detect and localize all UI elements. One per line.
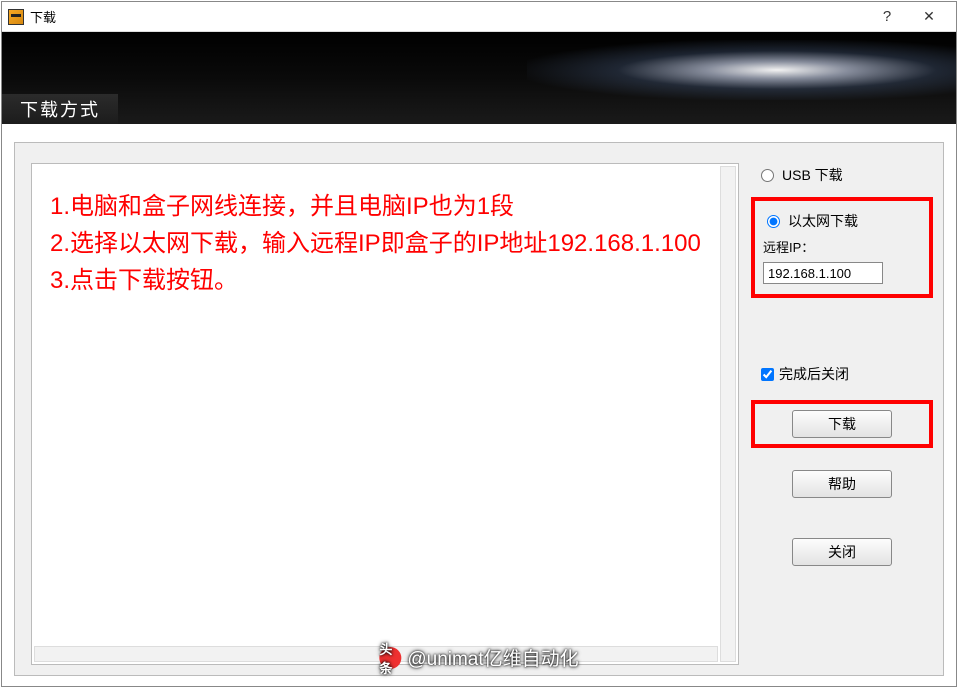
- ethernet-group-highlight: 以太网下载 远程IP：: [751, 197, 933, 298]
- download-button-highlight: 下载: [751, 400, 933, 448]
- window-title: 下载: [30, 7, 866, 26]
- close-after-label: 完成后关闭: [779, 364, 849, 384]
- usb-download-radio[interactable]: USB 下载: [757, 165, 927, 185]
- remote-ip-input[interactable]: [763, 262, 883, 284]
- section-title: 下载方式: [2, 94, 118, 124]
- instruction-line: 3.点击下载按钮。: [50, 262, 702, 299]
- instruction-line: 2.选择以太网下载，输入远程IP即盒子的IP地址192.168.1.100: [50, 225, 702, 262]
- options-panel: USB 下载 以太网下载 远程IP： 完成后关闭 下载 帮助: [757, 163, 927, 665]
- horizontal-scrollbar[interactable]: [34, 646, 718, 662]
- close-after-input[interactable]: [761, 368, 774, 381]
- ethernet-radio-label: 以太网下载: [788, 211, 858, 231]
- close-icon[interactable]: ✕: [908, 3, 950, 31]
- help-icon[interactable]: ?: [866, 3, 908, 31]
- usb-radio-label: USB 下载: [782, 165, 843, 185]
- instructions-text: 1.电脑和盒子网线连接，并且电脑IP也为1段 2.选择以太网下载，输入远程IP即…: [34, 166, 718, 644]
- titlebar: 下载 ? ✕: [2, 2, 956, 32]
- usb-radio-input[interactable]: [761, 169, 774, 182]
- remote-ip-label: 远程IP：: [763, 237, 921, 256]
- download-button[interactable]: 下载: [792, 410, 892, 438]
- help-button[interactable]: 帮助: [792, 470, 892, 498]
- vertical-scrollbar[interactable]: [720, 166, 736, 662]
- banner: 下载方式: [2, 32, 956, 124]
- dialog-window: 下载 ? ✕ 下载方式 1.电脑和盒子网线连接，并且电脑IP也为1段 2.选择以…: [1, 1, 957, 687]
- close-button[interactable]: 关闭: [792, 538, 892, 566]
- app-icon: [8, 9, 24, 25]
- ethernet-download-radio[interactable]: 以太网下载: [763, 211, 921, 231]
- content-panel: 1.电脑和盒子网线连接，并且电脑IP也为1段 2.选择以太网下载，输入远程IP即…: [31, 163, 739, 665]
- close-after-checkbox[interactable]: 完成后关闭: [757, 364, 927, 384]
- ethernet-radio-input[interactable]: [767, 215, 780, 228]
- instruction-line: 1.电脑和盒子网线连接，并且电脑IP也为1段: [50, 188, 702, 225]
- main-groupbox: 1.电脑和盒子网线连接，并且电脑IP也为1段 2.选择以太网下载，输入远程IP即…: [14, 142, 944, 676]
